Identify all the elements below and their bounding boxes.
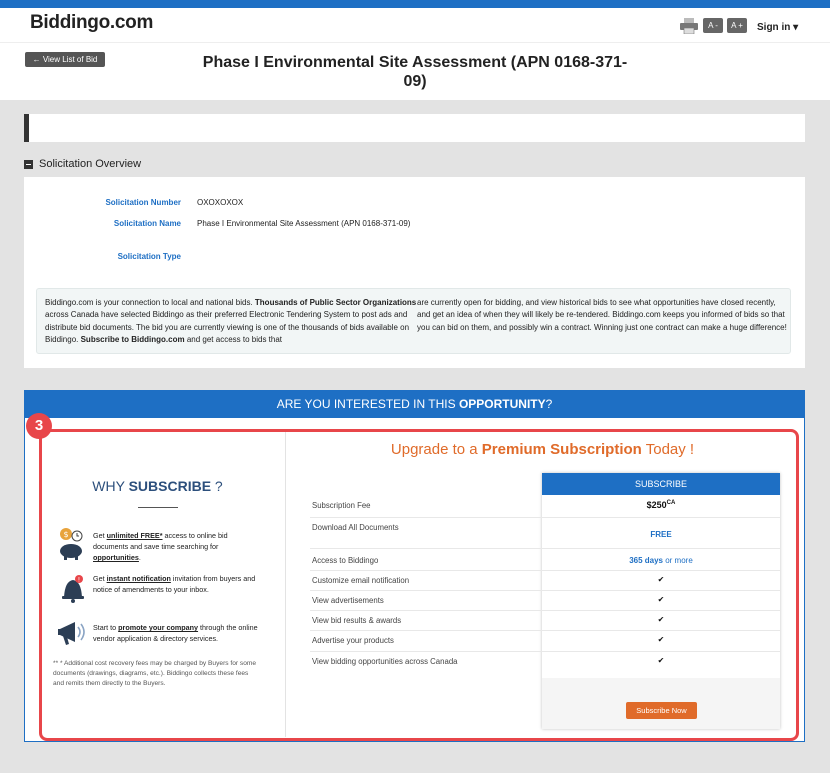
row-label-results: View bid results & awards [312, 616, 402, 625]
svg-text:$: $ [63, 530, 68, 539]
why-divider [138, 507, 178, 508]
solicitation-number-label: Solicitation Number [105, 198, 181, 207]
access-value: 365 days or more [629, 556, 693, 565]
piggy-bank-icon: $ [60, 528, 83, 560]
feature-promote: Start to promote your company through th… [93, 623, 258, 643]
feature-free-access: Get unlimited FREE* access to online bid… [93, 531, 228, 562]
row-divider [310, 590, 780, 591]
results-check-icon: ✔ [657, 615, 665, 624]
overview-panel: Solicitation Number OXOXOXOX Solicitatio… [24, 177, 805, 368]
row-label-access: Access to Biddingo [312, 556, 379, 565]
view-list-button[interactable]: ← View List of Bid [25, 52, 105, 67]
upgrade-title: Upgrade to a Premium Subscription Today … [390, 441, 695, 458]
solicitation-name-label: Solicitation Name [113, 219, 181, 228]
subscribe-now-button[interactable]: Subscribe Now [626, 702, 697, 719]
collapse-icon[interactable] [24, 160, 33, 169]
row-divider [310, 548, 780, 549]
why-subscribe-title: WHY SUBSCRIBE ? [92, 478, 223, 494]
solicitation-number-value: OXOXOXOX [197, 198, 244, 207]
row-divider [310, 570, 780, 571]
disclaimer: ** * Additional cost recovery fees may b… [53, 660, 257, 687]
row-divider [310, 610, 780, 611]
row-label-download: Download All Documents [312, 523, 399, 532]
row-divider [310, 651, 780, 652]
step-badge: 3 [26, 413, 52, 439]
solicitation-type-label: Solicitation Type [117, 252, 181, 261]
title-area: ← View List of Bid Phase I Environmental… [0, 42, 830, 100]
subscribe-header: SUBSCRIBE [542, 473, 780, 495]
info-text-right: are currently open for bidding, and view… [417, 298, 787, 332]
opportunity-heading: ARE YOU INTERESTED IN THIS OPPORTUNITY? [25, 391, 804, 418]
canada-check-icon: ✔ [657, 656, 665, 665]
row-divider [310, 630, 780, 631]
row-divider [310, 517, 780, 518]
row-label-email: Customize email notification [312, 576, 410, 585]
solicitation-name-value: Phase I Environmental Site Assessment (A… [197, 219, 411, 228]
row-label-ads: View advertisements [312, 596, 384, 605]
top-accent-bar [0, 0, 830, 8]
print-icon[interactable] [680, 18, 698, 34]
svg-text:!: ! [78, 577, 80, 584]
row-label-canada: View bidding opportunities across Canada [312, 657, 458, 666]
info-text-left: Biddingo.com is your connection to local… [45, 298, 417, 345]
site-header: Biddingo.com A - A + Sign in ▾ [0, 8, 830, 42]
feature-notification: Get instant notification invitation from… [93, 574, 256, 594]
megaphone-icon [58, 622, 85, 645]
ads-check-icon: ✔ [657, 595, 665, 604]
column-divider [285, 432, 286, 737]
info-box: Biddingo.com is your connection to local… [36, 288, 791, 354]
notice-bar [24, 114, 805, 142]
font-increase-button[interactable]: A + [727, 18, 747, 33]
notification-bell-icon: ! [62, 575, 84, 603]
page-title: Phase I Environmental Site Assessment (A… [202, 54, 628, 90]
advertise-check-icon: ✔ [657, 635, 665, 644]
overview-title: Solicitation Overview [39, 158, 142, 170]
row-label-advertise: Advertise your products [312, 636, 394, 645]
row-label-fee: Subscription Fee [312, 501, 371, 510]
fee-value: $250CA [646, 500, 676, 510]
email-check-icon: ✔ [657, 575, 665, 584]
sign-in-menu[interactable]: Sign in ▾ [757, 22, 798, 33]
download-value: FREE [650, 530, 672, 539]
font-decrease-button[interactable]: A - [703, 18, 723, 33]
logo[interactable]: Biddingo.com [30, 12, 153, 34]
